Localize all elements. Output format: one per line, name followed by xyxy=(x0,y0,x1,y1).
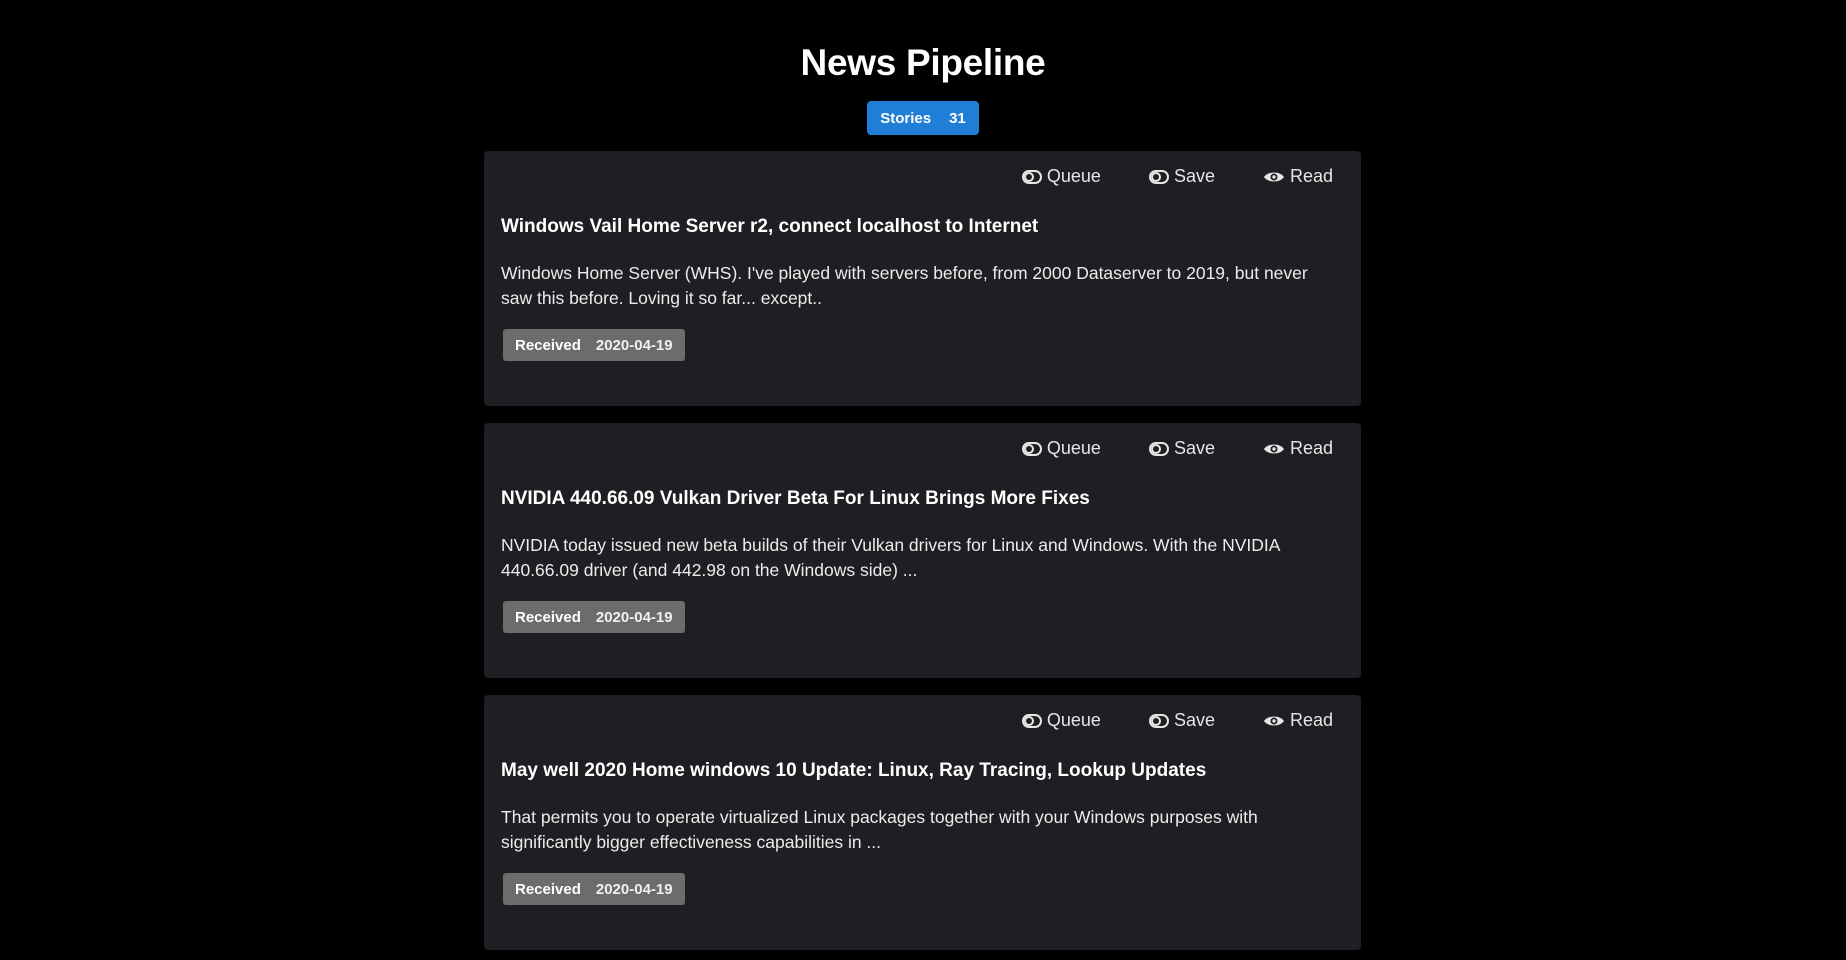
story-title[interactable]: NVIDIA 440.66.09 Vulkan Driver Beta For … xyxy=(501,488,1090,510)
toggle-icon xyxy=(1148,169,1169,184)
read-button[interactable]: Read xyxy=(1263,710,1333,731)
read-label: Read xyxy=(1289,166,1333,186)
save-label: Save xyxy=(1173,438,1215,458)
queue-toggle[interactable]: Queue xyxy=(1021,438,1101,459)
eye-icon xyxy=(1263,170,1285,184)
queue-toggle[interactable]: Queue xyxy=(1021,710,1101,731)
story-title[interactable]: Windows Vail Home Server r2, connect loc… xyxy=(501,216,1038,238)
page-title: News Pipeline xyxy=(800,42,1046,83)
save-toggle[interactable]: Save xyxy=(1148,438,1215,459)
received-date: 2020-04-19 xyxy=(595,880,673,898)
read-label: Read xyxy=(1289,710,1333,730)
queue-label: Queue xyxy=(1046,166,1101,186)
received-date: 2020-04-19 xyxy=(595,336,673,354)
story-card: Queue Save Read May well 2020 Home windo… xyxy=(484,695,1361,950)
story-actions: Queue Save Read xyxy=(1021,710,1333,731)
eye-icon xyxy=(1263,714,1285,728)
story-card: Queue Save Read NVIDIA 440.66.09 Vulkan … xyxy=(484,423,1361,678)
read-button[interactable]: Read xyxy=(1263,166,1333,187)
story-actions: Queue Save Read xyxy=(1021,166,1333,187)
received-label: Received xyxy=(515,608,581,626)
toggle-icon xyxy=(1148,441,1169,456)
received-badge: Received 2020-04-19 xyxy=(503,329,685,361)
received-badge: Received 2020-04-19 xyxy=(503,601,685,633)
story-actions: Queue Save Read xyxy=(1021,438,1333,459)
toggle-icon xyxy=(1148,713,1169,728)
stories-label: Stories xyxy=(880,109,932,127)
received-date: 2020-04-19 xyxy=(595,608,673,626)
read-label: Read xyxy=(1289,438,1333,458)
toggle-icon xyxy=(1021,713,1042,728)
story-summary: NVIDIA today issued new beta builds of t… xyxy=(501,535,1280,580)
queue-label: Queue xyxy=(1046,710,1101,730)
story-title[interactable]: May well 2020 Home windows 10 Update: Li… xyxy=(501,760,1206,782)
eye-icon xyxy=(1263,442,1285,456)
received-badge: Received 2020-04-19 xyxy=(503,873,685,905)
queue-label: Queue xyxy=(1046,438,1101,458)
story-list: Queue Save Read Windows Vail Home Server… xyxy=(484,151,1361,960)
save-toggle[interactable]: Save xyxy=(1148,166,1215,187)
save-label: Save xyxy=(1173,710,1215,730)
story-summary: Windows Home Server (WHS). I've played w… xyxy=(501,263,1308,308)
toggle-icon xyxy=(1021,441,1042,456)
badge-row: Stories 31 xyxy=(0,101,1846,135)
read-button[interactable]: Read xyxy=(1263,438,1333,459)
received-label: Received xyxy=(515,336,581,354)
toggle-icon xyxy=(1021,169,1042,184)
save-label: Save xyxy=(1173,166,1215,186)
save-toggle[interactable]: Save xyxy=(1148,710,1215,731)
stories-count: 31 xyxy=(949,109,966,127)
received-label: Received xyxy=(515,880,581,898)
stories-count-badge: Stories 31 xyxy=(867,101,979,135)
queue-toggle[interactable]: Queue xyxy=(1021,166,1101,187)
story-summary: That permits you to operate virtualized … xyxy=(501,807,1258,852)
story-card: Queue Save Read Windows Vail Home Server… xyxy=(484,151,1361,406)
news-pipeline-page: News Pipeline Stories 31 Queue Save Read… xyxy=(0,0,1846,960)
